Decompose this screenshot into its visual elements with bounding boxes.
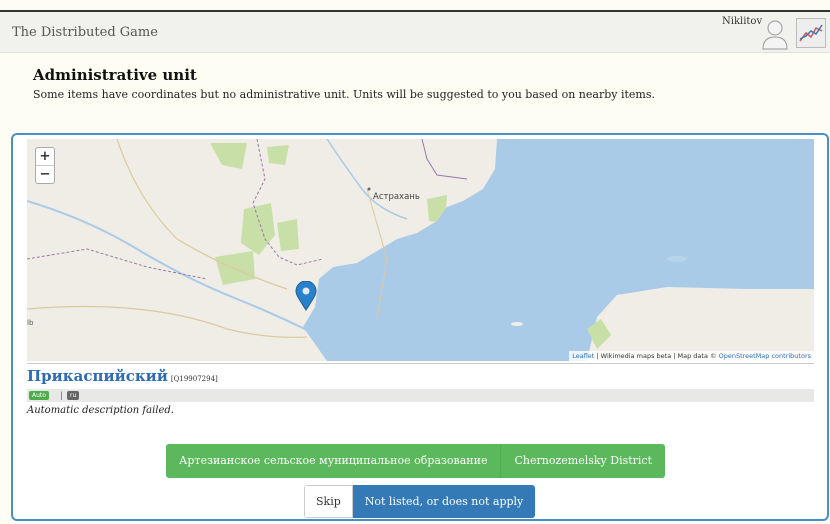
divider — [27, 363, 814, 364]
map-edge-label: lb — [27, 319, 34, 327]
city-label: Астрахань — [373, 192, 420, 202]
chart-icon — [799, 24, 823, 42]
navbar: The Distributed Game Niklitov — [0, 12, 830, 53]
username[interactable]: Niklitov — [722, 16, 762, 27]
not-listed-button[interactable]: Not listed, or does not apply — [352, 485, 536, 518]
map-tiles — [27, 139, 814, 361]
zoom-control: + − — [35, 147, 55, 184]
skip-button[interactable]: Skip — [304, 485, 353, 518]
item-qid: [Q19907294] — [170, 375, 218, 383]
zoom-out-button[interactable]: − — [36, 166, 54, 183]
osm-link[interactable]: OpenStreetMap contributors — [719, 352, 811, 360]
map-attribution: Leaflet | Wikimedia maps beta | Map data… — [569, 351, 814, 361]
secondary-actions: Skip Not listed, or does not apply — [304, 485, 536, 518]
item-description: Automatic description failed. — [27, 405, 174, 416]
page-title: Administrative unit — [33, 66, 197, 84]
leaflet-link[interactable]: Leaflet — [572, 352, 594, 360]
stats-button[interactable] — [796, 18, 826, 48]
user-icon[interactable] — [760, 18, 790, 50]
auto-badge[interactable]: Auto — [29, 391, 49, 400]
page-subtitle: Some items have coordinates but no admin… — [33, 88, 655, 101]
item-title: Прикаспийский [Q19907294] — [27, 367, 218, 385]
option-button-chernozemelsky[interactable]: Chernozemelsky District — [501, 444, 666, 478]
page-header: Administrative unit Some items have coor… — [33, 66, 655, 101]
options-group: Артезианское сельское муниципальное обра… — [166, 444, 666, 478]
map[interactable]: + − Астрахань lb Leaflet | Wikimedia map… — [27, 139, 814, 361]
brand-title[interactable]: The Distributed Game — [12, 25, 158, 40]
badge-separator: | — [60, 391, 63, 400]
attribution-text: | Wikimedia maps beta | Map data © — [594, 352, 719, 360]
lang-badge[interactable]: ru — [67, 391, 80, 400]
description-badges: Auto | ru — [27, 389, 814, 402]
zoom-in-button[interactable]: + — [36, 148, 54, 166]
game-panel: + − Астрахань lb Leaflet | Wikimedia map… — [11, 133, 829, 521]
map-pin-icon[interactable] — [295, 281, 317, 311]
item-label-link[interactable]: Прикаспийский — [27, 367, 168, 385]
option-button-artezian[interactable]: Артезианское сельское муниципальное обра… — [166, 444, 502, 478]
